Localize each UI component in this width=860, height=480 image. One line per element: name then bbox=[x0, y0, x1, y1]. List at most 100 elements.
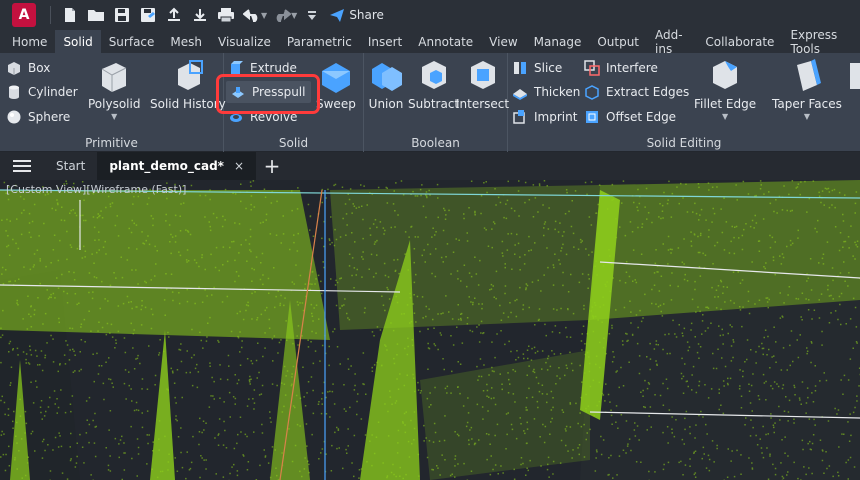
drawing-viewport[interactable]: [Custom View][Wireframe (Fast)] bbox=[0, 180, 860, 480]
thicken-label: Thicken bbox=[534, 85, 581, 99]
fillet-edge-button[interactable]: Fillet Edge ▼ bbox=[694, 57, 756, 121]
undo-icon[interactable] bbox=[241, 4, 263, 26]
tab-manage[interactable]: Manage bbox=[526, 30, 590, 53]
offset-edge-button[interactable]: Offset Edge bbox=[584, 106, 676, 128]
panel-primitive: Box Cylinder Sphere Polysolid ▼ Solid Hi… bbox=[0, 53, 226, 152]
sweep-button[interactable]: Sweep bbox=[316, 57, 356, 111]
presspull-highlight-box bbox=[216, 74, 320, 114]
point-streak bbox=[150, 330, 175, 480]
sweep-label: Sweep bbox=[316, 97, 356, 111]
more-tools-icon bbox=[850, 63, 860, 89]
tab-start-label: Start bbox=[56, 159, 86, 173]
cylinder-button[interactable]: Cylinder bbox=[6, 81, 78, 103]
polysolid-icon bbox=[101, 63, 127, 92]
save-as-icon[interactable] bbox=[137, 4, 159, 26]
panel-title-boolean: Boolean bbox=[411, 136, 460, 150]
box-button[interactable]: Box bbox=[6, 57, 50, 79]
document-tab-bar: Start plant_demo_cad* × + bbox=[0, 152, 860, 180]
extrude-label: Extrude bbox=[250, 61, 297, 75]
subtract-button[interactable]: Subtract bbox=[408, 57, 459, 111]
print-icon[interactable] bbox=[215, 4, 237, 26]
tab-visualize[interactable]: Visualize bbox=[210, 30, 279, 53]
customize-dropdown-icon[interactable] bbox=[301, 4, 323, 26]
share-icon bbox=[330, 9, 345, 22]
sphere-icon bbox=[6, 109, 22, 125]
thicken-button[interactable]: Thicken bbox=[512, 81, 580, 103]
tab-plant-demo-cad-label: plant_demo_cad* bbox=[109, 159, 224, 173]
solid-history-button[interactable]: Solid History bbox=[150, 57, 226, 111]
new-tab-button[interactable]: + bbox=[256, 152, 288, 180]
extract-edges-button[interactable]: Extract Edges bbox=[584, 81, 689, 103]
tab-view[interactable]: View bbox=[481, 30, 525, 53]
panel-boolean: Union Subtract Intersect Boolean bbox=[364, 53, 509, 152]
tab-start[interactable]: Start bbox=[44, 152, 97, 180]
taper-faces-label: Taper Faces bbox=[772, 97, 842, 111]
hamburger-menu-icon[interactable] bbox=[0, 152, 44, 180]
panel-title-solid: Solid bbox=[278, 136, 309, 150]
cylinder-label: Cylinder bbox=[28, 85, 78, 99]
quick-access-toolbar: A ▼ ▼ Share bbox=[0, 0, 860, 30]
share-button[interactable]: Share bbox=[329, 8, 384, 22]
separator bbox=[50, 6, 51, 24]
open-folder-icon[interactable] bbox=[85, 4, 107, 26]
app-logo[interactable]: A bbox=[12, 3, 36, 27]
fillet-edge-icon bbox=[713, 61, 738, 89]
redo-icon[interactable] bbox=[271, 4, 293, 26]
tab-add-ins[interactable]: Add-ins bbox=[647, 28, 697, 56]
interfere-icon bbox=[584, 60, 600, 76]
union-label: Union bbox=[368, 97, 404, 111]
tab-collaborate[interactable]: Collaborate bbox=[697, 30, 782, 53]
tab-plant-demo-cad[interactable]: plant_demo_cad* × bbox=[97, 152, 257, 180]
download-icon[interactable] bbox=[189, 4, 211, 26]
tab-express-tools[interactable]: Express Tools bbox=[782, 28, 860, 56]
tab-parametric[interactable]: Parametric bbox=[279, 30, 360, 53]
intersect-button[interactable]: Intersect bbox=[456, 57, 509, 111]
imprint-button[interactable]: Imprint bbox=[512, 106, 577, 128]
intersect-icon bbox=[470, 61, 495, 89]
union-button[interactable]: Union bbox=[368, 57, 404, 111]
fillet-edge-dropdown-icon[interactable]: ▼ bbox=[722, 112, 728, 121]
polysolid-label: Polysolid bbox=[88, 97, 141, 111]
extract-edges-icon bbox=[584, 84, 600, 100]
polysolid-button[interactable]: Polysolid ▼ bbox=[88, 57, 140, 121]
interfere-label: Interfere bbox=[606, 61, 658, 75]
more-tools-button[interactable]: S bbox=[846, 57, 860, 111]
panel-title-primitive: Primitive bbox=[85, 136, 138, 150]
subtract-icon bbox=[421, 61, 446, 89]
extract-edges-label: Extract Edges bbox=[606, 85, 690, 99]
tab-solid[interactable]: Solid bbox=[55, 30, 101, 53]
tab-mesh[interactable]: Mesh bbox=[162, 30, 210, 53]
cloud-upload-icon[interactable] bbox=[163, 4, 185, 26]
taper-faces-button[interactable]: Taper Faces ▼ bbox=[772, 57, 842, 121]
panel-solid-editing: Slice Thicken Imprint Interfere Extract … bbox=[508, 53, 860, 152]
taper-faces-icon bbox=[796, 59, 821, 91]
polysolid-dropdown-icon[interactable]: ▼ bbox=[111, 112, 117, 121]
tab-surface[interactable]: Surface bbox=[101, 30, 163, 53]
taper-faces-dropdown-icon[interactable]: ▼ bbox=[804, 112, 810, 121]
imprint-label: Imprint bbox=[534, 110, 578, 124]
viewport-label[interactable]: [Custom View][Wireframe (Fast)] bbox=[6, 183, 186, 196]
interfere-button[interactable]: Interfere bbox=[584, 57, 658, 79]
solid-history-icon bbox=[177, 60, 203, 90]
panel-title-solid-editing: Solid Editing bbox=[646, 136, 722, 150]
new-file-icon[interactable] bbox=[59, 4, 81, 26]
point-cloud bbox=[0, 180, 860, 480]
slice-icon bbox=[512, 60, 528, 76]
redo-dropdown-icon[interactable]: ▼ bbox=[291, 11, 297, 20]
sweep-icon bbox=[321, 63, 350, 93]
slice-label: Slice bbox=[534, 61, 563, 75]
save-icon[interactable] bbox=[111, 4, 133, 26]
union-icon bbox=[372, 63, 402, 91]
slice-button[interactable]: Slice bbox=[512, 57, 562, 79]
close-tab-icon[interactable]: × bbox=[234, 159, 244, 173]
box-label: Box bbox=[28, 61, 51, 75]
sphere-button[interactable]: Sphere bbox=[6, 106, 70, 128]
sphere-label: Sphere bbox=[28, 110, 71, 124]
ribbon-tabs: Home Solid Surface Mesh Visualize Parame… bbox=[0, 28, 860, 56]
tab-insert[interactable]: Insert bbox=[360, 30, 410, 53]
tab-annotate[interactable]: Annotate bbox=[410, 30, 481, 53]
imprint-icon bbox=[512, 109, 528, 125]
undo-dropdown-icon[interactable]: ▼ bbox=[261, 11, 267, 20]
tab-home[interactable]: Home bbox=[0, 30, 55, 53]
tab-output[interactable]: Output bbox=[589, 30, 647, 53]
